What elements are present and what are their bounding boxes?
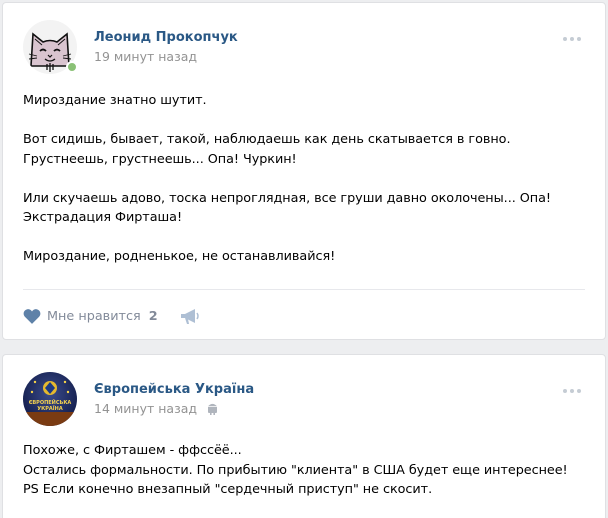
post-text-line: Мироздание, родненькое, не останавливайс… xyxy=(23,249,336,264)
post-timestamp[interactable]: 19 минут назад xyxy=(94,49,197,64)
post-text: Мироздание знатно шутит. Вот сидишь, быв… xyxy=(23,91,591,267)
post-divider xyxy=(23,289,585,290)
more-dots-icon[interactable] xyxy=(563,387,585,395)
post-text-line: Грустнеешь, грустнеешь... Опа! Чуркин! xyxy=(23,151,297,167)
post-text-line: Экстрадация Фирташа! xyxy=(23,210,183,225)
megaphone-icon xyxy=(181,309,199,324)
post-card: Леонид Прокопчук 19 минут назад Мироздан… xyxy=(2,2,606,340)
post-text: Похоже, с Фирташем - ффссёё... Остались … xyxy=(23,441,591,500)
post-author-link[interactable]: Європейська Україна xyxy=(94,382,254,397)
group-avatar-image: ЄВРОПЕЙСЬКА УКРАЇНА xyxy=(23,372,77,426)
post-text-line: Остались формальности. По прибытию "клие… xyxy=(23,462,568,478)
post-timestamp-row: 14 минут назад xyxy=(94,401,218,416)
post-text-line: Вот сидишь, бывает, такой, наблюдаешь ка… xyxy=(23,132,511,147)
more-dots-icon[interactable] xyxy=(563,35,585,43)
avatar-text: ЄВРОПЕЙСЬКА xyxy=(29,398,72,406)
post-text-line: PS Если конечно внезапный "сердечный при… xyxy=(23,482,433,497)
post-card: ЄВРОПЕЙСЬКА УКРАЇНА Європейська Україна … xyxy=(2,354,606,518)
heart-icon xyxy=(23,309,41,324)
post-author-link[interactable]: Леонид Прокопчук xyxy=(94,30,238,45)
share-button[interactable] xyxy=(180,307,200,329)
avatar[interactable]: ЄВРОПЕЙСЬКА УКРАЇНА xyxy=(23,372,77,426)
post-text-line: Или скучаешь адово, тоска непроглядная, … xyxy=(23,190,551,206)
online-status-dot xyxy=(66,61,78,73)
like-button[interactable]: Мне нравится 2 xyxy=(23,305,158,327)
post-text-line: Похоже, с Фирташем - ффссёё... xyxy=(23,443,242,458)
like-count: 2 xyxy=(148,308,158,324)
like-label: Мне нравится xyxy=(47,308,141,324)
avatar[interactable] xyxy=(23,20,78,74)
post-text-line: Мироздание знатно шутит. xyxy=(23,93,207,108)
avatar-text: УКРАЇНА xyxy=(37,405,63,412)
android-icon xyxy=(208,403,218,415)
post-timestamp[interactable]: 14 минут назад xyxy=(94,401,197,416)
